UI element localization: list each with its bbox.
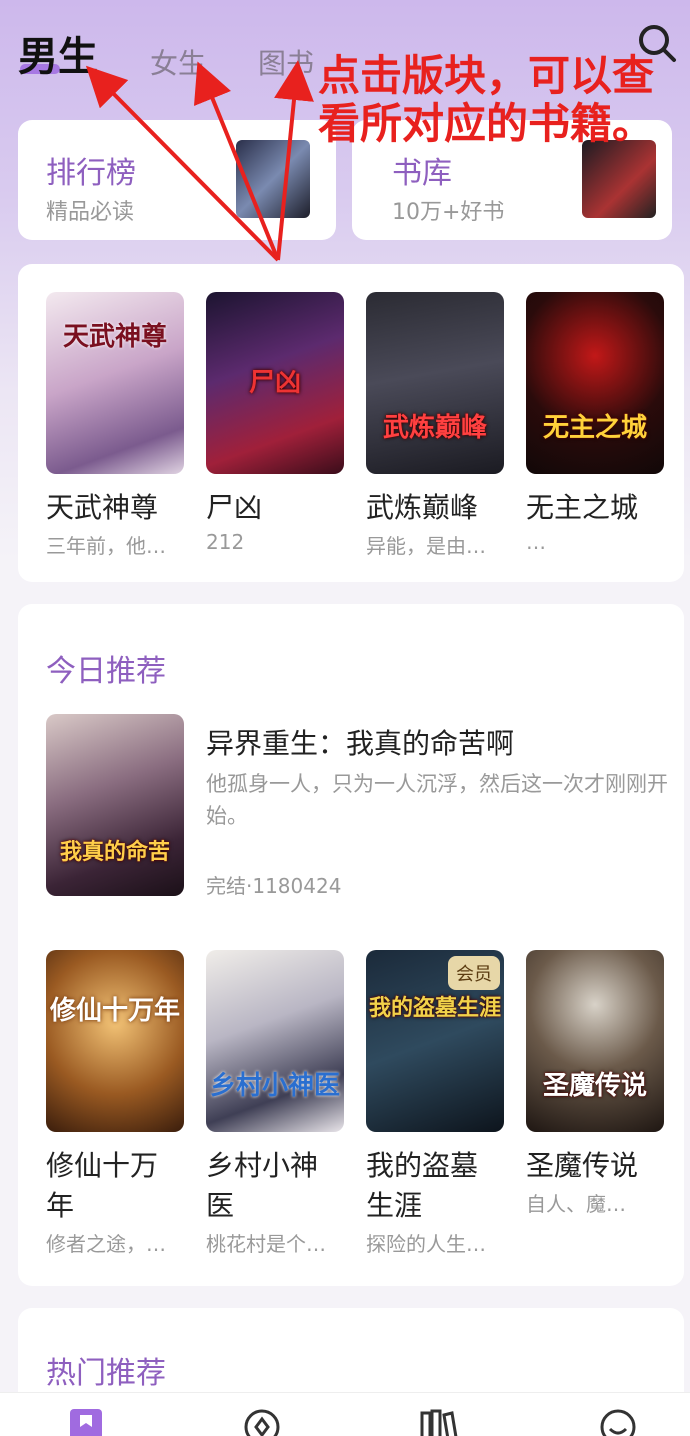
book-cover: 无主之城: [526, 292, 664, 474]
bottom-nav: [0, 1392, 690, 1436]
book-desc: 异能，是由…: [366, 534, 486, 558]
cover-title: 武炼巅峰: [382, 413, 487, 443]
featured-book-desc: 他孤身一人，只为一人沉浮，然后这一次才刚刚开始。: [206, 772, 668, 828]
book-desc: …: [526, 530, 546, 554]
cover-title: 无主之城: [542, 413, 647, 443]
featured-book-title[interactable]: 异界重生：我真的命苦啊: [206, 722, 514, 762]
top-books-panel: 天武神尊 天武神尊 三年前，他… 尸凶 尸凶 212 武炼巅峰 武炼巅峰 异能，…: [18, 264, 684, 582]
book-title: 无主之城: [526, 491, 639, 524]
book-cover: 天武神尊: [46, 292, 184, 474]
book-cover: 尸凶: [206, 292, 344, 474]
featured-book-cover[interactable]: 我真的命苦: [46, 714, 184, 896]
book-desc: 自人、魔…: [526, 1192, 626, 1216]
book-cover: 我的盗墓生涯 会员: [366, 950, 504, 1132]
book-cover: 武炼巅峰: [366, 292, 504, 474]
tab-female[interactable]: 女生: [150, 42, 206, 82]
book-title: 乡村小神医: [206, 1149, 319, 1222]
book-card[interactable]: 武炼巅峰 武炼巅峰 异能，是由…: [366, 292, 504, 559]
book-desc: 修者之途，…: [46, 1232, 166, 1256]
cover-title: 我的盗墓生涯: [368, 996, 501, 1021]
section-title: 热门推荐: [46, 1356, 166, 1391]
tab-books[interactable]: 图书: [258, 42, 314, 82]
bookmark-icon[interactable]: [66, 1407, 106, 1436]
book-desc: 三年前，他…: [46, 534, 166, 558]
library-cover-image: [582, 140, 656, 218]
annotation-text: 点击版块，可以查看所对应的书籍。: [318, 51, 655, 148]
section-title: 今日推荐: [46, 654, 166, 689]
cover-title: 修仙十万年: [49, 996, 180, 1026]
ranking-cover-image: [236, 140, 310, 218]
book-cover: 乡村小神医: [206, 950, 344, 1132]
book-card[interactable]: 圣魔传说 圣魔传说 自人、魔…: [526, 950, 664, 1217]
cover-title: 乡村小神医: [209, 1071, 340, 1101]
vip-badge: 会员: [448, 956, 500, 990]
tab-male[interactable]: 男生: [18, 24, 98, 82]
book-title: 修仙十万年: [46, 1149, 159, 1222]
bookshelf-icon[interactable]: [418, 1407, 458, 1436]
book-card[interactable]: 天武神尊 天武神尊 三年前，他…: [46, 292, 184, 559]
book-desc: 212: [206, 530, 245, 554]
book-card[interactable]: 修仙十万年 修仙十万年 修者之途，…: [46, 950, 184, 1257]
ranking-title: 排行榜: [46, 156, 136, 191]
book-desc: 桃花村是个…: [206, 1232, 326, 1256]
book-card[interactable]: 无主之城 无主之城 …: [526, 292, 664, 554]
book-card[interactable]: 乡村小神医 乡村小神医 桃花村是个…: [206, 950, 344, 1257]
book-title: 尸凶: [206, 491, 263, 524]
library-title: 书库: [392, 156, 452, 191]
ranking-subtitle: 精品必读: [46, 200, 135, 225]
book-cover: 圣魔传说: [526, 950, 664, 1132]
book-title: 武炼巅峰: [366, 491, 479, 524]
library-subtitle: 10万+好书: [392, 200, 505, 225]
featured-cover-title: 我真的命苦: [59, 840, 170, 865]
featured-book-meta: 完结·1180424: [206, 874, 342, 898]
book-title: 圣魔传说: [526, 1149, 639, 1182]
today-recommend-panel: 今日推荐 我真的命苦 异界重生：我真的命苦啊 他孤身一人，只为一人沉浮，然后这一…: [18, 604, 684, 1286]
cover-title: 圣魔传说: [542, 1071, 647, 1101]
cover-title: 天武神尊: [62, 322, 167, 352]
book-title: 天武神尊: [46, 491, 159, 524]
book-cover: 修仙十万年: [46, 950, 184, 1132]
profile-icon[interactable]: [598, 1407, 638, 1436]
ranking-card[interactable]: 排行榜 精品必读: [18, 120, 336, 240]
book-card[interactable]: 尸凶 尸凶 212: [206, 292, 344, 554]
book-desc: 探险的人生…: [366, 1232, 486, 1256]
discover-icon[interactable]: [242, 1407, 282, 1436]
cover-title: 尸凶: [248, 368, 301, 398]
book-card[interactable]: 我的盗墓生涯 会员 我的盗墓生涯 探险的人生…: [366, 950, 504, 1257]
book-title: 我的盗墓生涯: [366, 1149, 479, 1222]
